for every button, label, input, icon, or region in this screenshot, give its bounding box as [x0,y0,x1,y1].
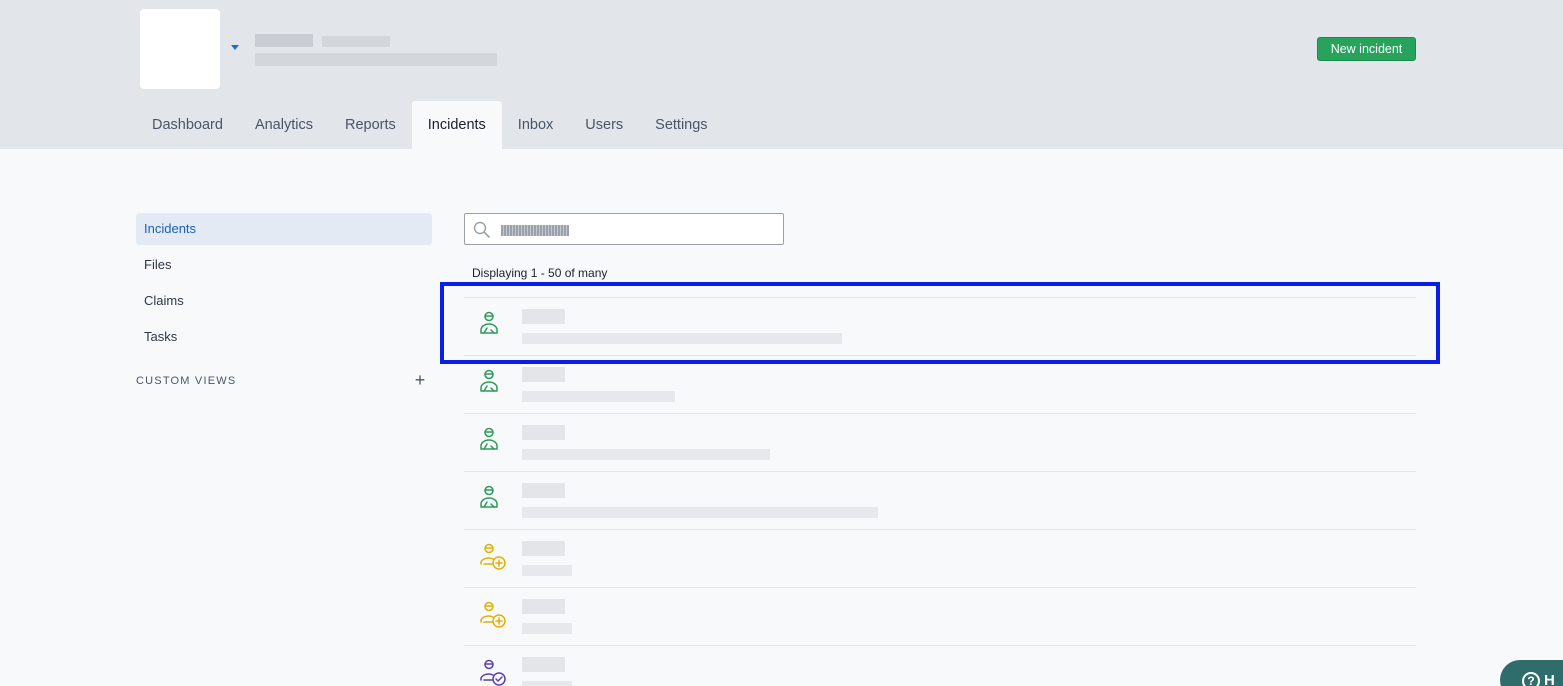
worker-injury-icon [480,369,498,392]
search-input[interactable] [499,220,769,240]
main-tabs: Dashboard Analytics Reports Incidents In… [136,101,724,149]
worker-injury-icon [480,485,498,508]
worker-add-icon [480,601,506,628]
incident-subtitle-placeholder [522,565,572,576]
incident-title-placeholder [522,483,565,498]
incident-title-placeholder [522,367,565,382]
search-box[interactable] [464,213,784,245]
org-address-placeholder [255,53,497,66]
tab-analytics[interactable]: Analytics [239,101,329,149]
worker-injury-icon [480,311,498,334]
worker-injury-icon [480,427,498,450]
incident-subtitle-placeholder [522,391,675,402]
organization-logo[interactable] [140,9,220,89]
tab-inbox[interactable]: Inbox [502,101,569,149]
org-name-placeholder [255,34,313,47]
sidebar-item-claims[interactable]: Claims [136,285,432,317]
incident-title-placeholder [522,541,565,556]
incident-subtitle-placeholder [522,449,770,460]
custom-views-heading: CUSTOM VIEWS [136,375,237,387]
help-label: H [1544,672,1555,686]
sidebar-item-files[interactable]: Files [136,249,432,281]
new-incident-button[interactable]: New incident [1317,37,1416,61]
incident-row[interactable] [464,587,1416,645]
tab-settings[interactable]: Settings [639,101,723,149]
tab-incidents[interactable]: Incidents [411,101,502,149]
help-button[interactable]: ? H [1500,660,1563,686]
sidebar-item-tasks[interactable]: Tasks [136,321,432,353]
incident-row[interactable] [464,471,1416,529]
tab-reports[interactable]: Reports [329,101,412,149]
tab-dashboard[interactable]: Dashboard [136,101,239,149]
plus-icon[interactable]: + [412,371,428,389]
incident-row[interactable] [464,355,1416,413]
sidebar-item-incidents[interactable]: Incidents [136,213,432,245]
incident-title-placeholder [522,425,565,440]
question-icon: ? [1522,672,1540,686]
tab-users[interactable]: Users [569,101,639,149]
incident-subtitle-placeholder [522,681,572,686]
worker-add-icon [480,543,506,570]
chevron-down-icon[interactable] [231,45,239,50]
incident-title-placeholder [522,657,565,672]
incident-row[interactable] [464,297,1416,355]
app-header: New incident Dashboard Analytics Reports… [0,0,1563,149]
worker-check-icon [480,659,506,686]
results-count: Displaying 1 - 50 of many [472,266,608,280]
incident-subtitle-placeholder [522,623,572,634]
incident-subtitle-placeholder [522,333,842,344]
incident-subtitle-placeholder [522,507,878,518]
incident-title-placeholder [522,599,565,614]
search-icon [473,221,490,238]
incident-row[interactable] [464,529,1416,587]
incident-title-placeholder [522,309,565,324]
incident-row[interactable] [464,645,1416,686]
org-subname-placeholder [322,36,390,47]
incident-row[interactable] [464,413,1416,471]
